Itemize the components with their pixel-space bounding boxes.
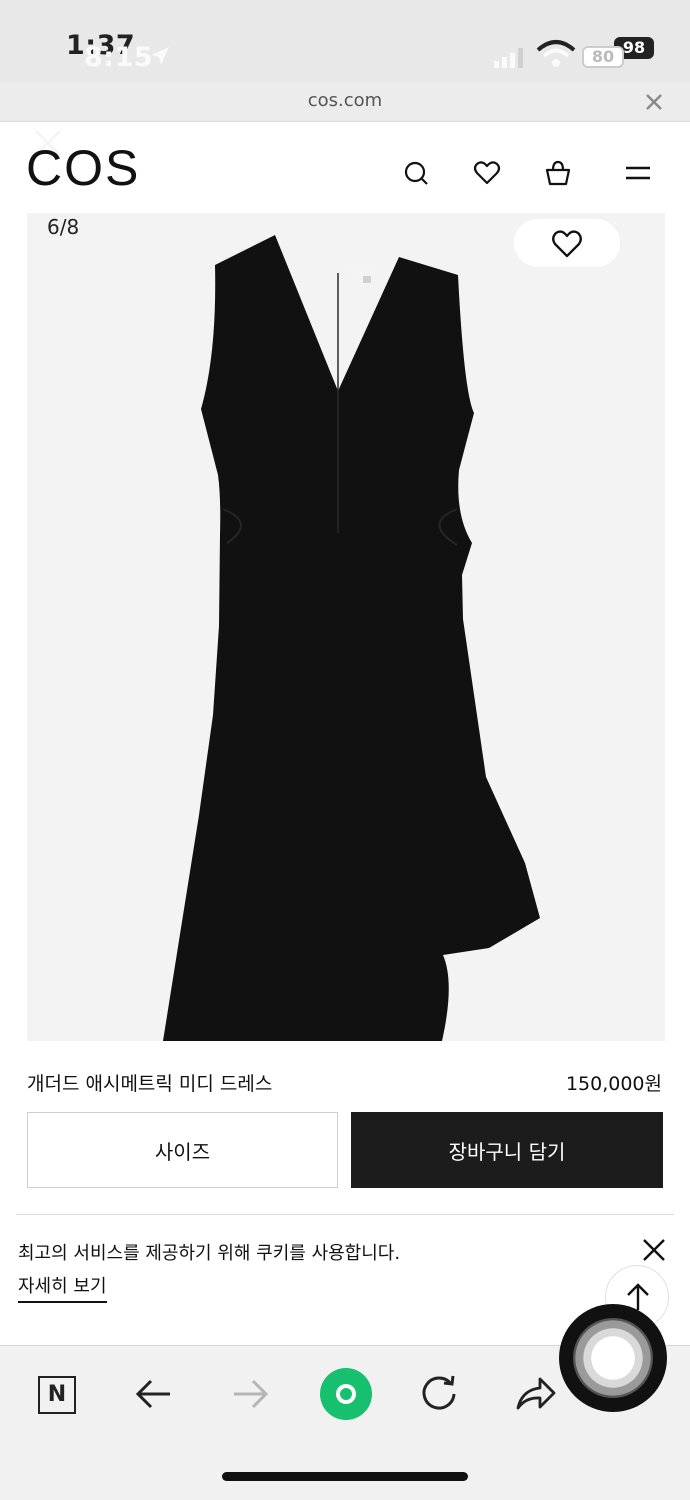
back-arrow-icon[interactable] (134, 1374, 174, 1414)
share-icon[interactable] (514, 1372, 558, 1414)
add-to-cart-button[interactable]: 장바구니 담기 (351, 1112, 663, 1188)
cos-logo[interactable]: COS (26, 139, 140, 197)
cookie-message: 최고의 서비스를 제공하기 위해 쿠키를 사용합니다. (18, 1243, 401, 1264)
product-image-gallery[interactable]: 6/8 (27, 213, 665, 1041)
heart-icon[interactable] (473, 159, 501, 187)
forward-arrow-icon[interactable] (230, 1374, 270, 1414)
cellular-signal-icon (494, 48, 523, 68)
home-indicator[interactable] (222, 1472, 468, 1481)
close-icon[interactable] (644, 92, 664, 112)
image-counter: 6/8 (47, 215, 80, 239)
status-bar: 1:37 8:15 98 80 (0, 0, 690, 82)
site-header: COS (0, 123, 690, 213)
menu-icon[interactable] (624, 159, 652, 187)
search-icon[interactable] (402, 159, 430, 187)
product-price: 150,000원 (565, 1073, 662, 1095)
product-dress-image (163, 235, 540, 1041)
wifi-icon (536, 40, 576, 67)
assistive-touch-ring (573, 1318, 653, 1398)
assistive-touch-button[interactable] (559, 1304, 667, 1412)
shopping-bag-icon[interactable] (544, 159, 572, 187)
url-text[interactable]: cos.com (0, 90, 690, 111)
cookie-details-link[interactable]: 자세히 보기 (18, 1272, 107, 1303)
heart-icon[interactable] (551, 229, 583, 259)
size-select-button[interactable]: 사이즈 (27, 1112, 338, 1188)
naver-icon[interactable]: N (38, 1376, 76, 1414)
product-name: 개더드 애시메트릭 미디 드레스 (27, 1073, 273, 1095)
battery-indicator-overlay: 80 (582, 46, 624, 68)
close-icon[interactable] (640, 1236, 668, 1264)
browser-url-bar[interactable]: cos.com (0, 82, 690, 122)
divider (16, 1214, 674, 1215)
green-home-icon[interactable] (320, 1368, 372, 1420)
status-time-overlay: 8:15 (84, 42, 154, 73)
reload-icon[interactable] (418, 1372, 460, 1414)
location-arrow-icon (151, 47, 169, 65)
